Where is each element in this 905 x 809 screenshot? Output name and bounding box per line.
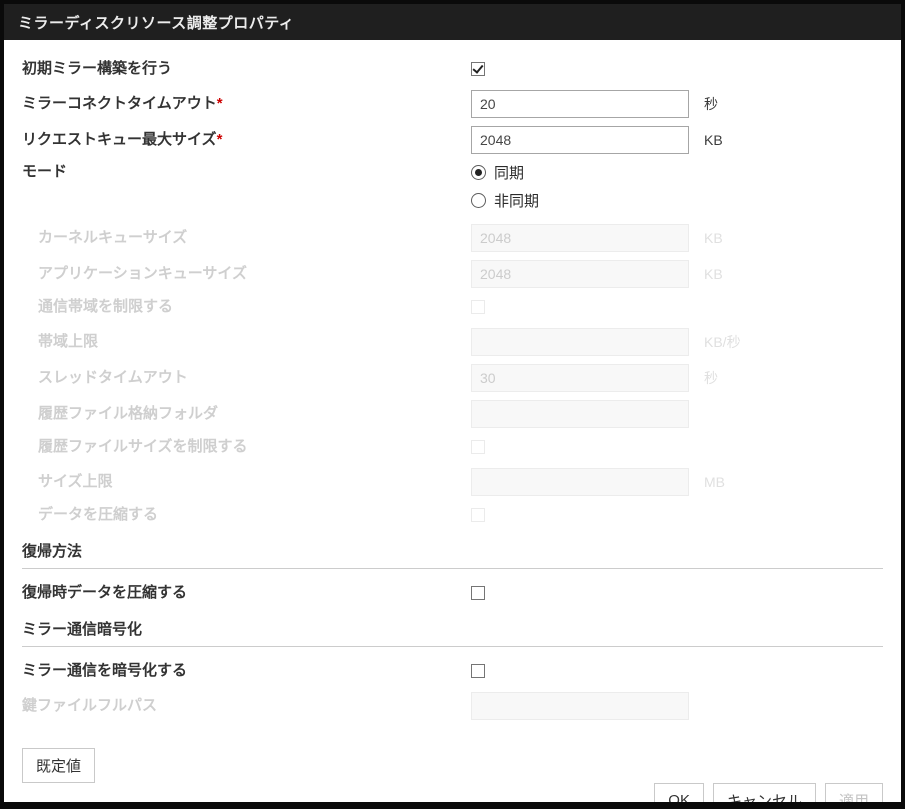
dialog-titlebar: ミラーディスクリソース調整プロパティ xyxy=(4,4,901,40)
field-label: 復帰時データを圧縮する xyxy=(22,583,471,603)
field-label: カーネルキューサイズ xyxy=(22,228,471,248)
bandwidth-limit-input xyxy=(471,328,689,356)
default-button-row: 既定値 xyxy=(22,748,883,783)
form-row: 通信帯域を制限する xyxy=(22,296,883,318)
field-label: 履歴ファイル格納フォルダ xyxy=(22,404,471,424)
initial-mirror-construction-checkbox[interactable] xyxy=(471,62,485,76)
field-label: 履歴ファイルサイズを制限する xyxy=(22,437,471,457)
dialog-footer: OK キャンセル 適用 xyxy=(22,783,883,802)
form-row: サイズ上限 MB xyxy=(22,468,883,496)
unit-label: KB xyxy=(704,266,723,282)
field-label: ミラー通信を暗号化する xyxy=(22,661,471,681)
compress-data-checkbox xyxy=(471,508,485,522)
unit-label: KB xyxy=(704,132,723,148)
field-label: スレッドタイムアウト xyxy=(22,368,471,388)
limit-bandwidth-checkbox xyxy=(471,300,485,314)
form-row: 鍵ファイルフルパス xyxy=(22,692,883,720)
field-label: アプリケーションキューサイズ xyxy=(22,264,471,284)
mode-sync-option[interactable]: 同期 xyxy=(471,162,539,183)
cancel-button[interactable]: キャンセル xyxy=(713,783,816,802)
form-row: ミラー通信を暗号化する xyxy=(22,660,883,682)
unit-label: MB xyxy=(704,474,725,490)
form-row: データを圧縮する xyxy=(22,504,883,526)
dialog-title: ミラーディスクリソース調整プロパティ xyxy=(18,12,294,33)
form-row: 履歴ファイルサイズを制限する xyxy=(22,436,883,458)
form-row: モード 同期 非同期 xyxy=(22,162,883,218)
section-header-recovery: 復帰方法 xyxy=(22,540,883,569)
history-folder-input xyxy=(471,400,689,428)
mode-sync-radio[interactable] xyxy=(471,165,486,180)
form-row: 初期ミラー構築を行う xyxy=(22,58,883,80)
mirror-disk-tuning-properties-dialog: ミラーディスクリソース調整プロパティ 初期ミラー構築を行う ミラーコネクトタイム… xyxy=(0,0,905,809)
form-row: 履歴ファイル格納フォルダ xyxy=(22,400,883,428)
field-label: 初期ミラー構築を行う xyxy=(22,59,471,79)
form-row: リクエストキュー最大サイズ* KB xyxy=(22,126,883,154)
radio-label: 非同期 xyxy=(494,190,539,211)
dialog-body: 初期ミラー構築を行う ミラーコネクトタイムアウト* 秒 リクエストキュー最大サイ… xyxy=(4,40,901,802)
form-row: 帯域上限 KB/秒 xyxy=(22,328,883,356)
limit-history-file-size-checkbox xyxy=(471,440,485,454)
thread-timeout-input xyxy=(471,364,689,392)
required-asterisk: * xyxy=(217,131,223,148)
form-row: アプリケーションキューサイズ KB xyxy=(22,260,883,288)
mirror-connect-timeout-input[interactable] xyxy=(471,90,689,118)
unit-label: KB xyxy=(704,230,723,246)
radio-label: 同期 xyxy=(494,162,524,183)
field-label: ミラーコネクトタイムアウト* xyxy=(22,94,471,114)
unit-label: 秒 xyxy=(704,368,718,388)
required-asterisk: * xyxy=(217,95,223,112)
apply-button: 適用 xyxy=(825,783,883,802)
form-row: 復帰時データを圧縮する xyxy=(22,582,883,604)
form-row: スレッドタイムアウト 秒 xyxy=(22,364,883,392)
default-button[interactable]: 既定値 xyxy=(22,748,95,783)
mode-async-radio[interactable] xyxy=(471,193,486,208)
field-label: 帯域上限 xyxy=(22,332,471,352)
form-row: ミラーコネクトタイムアウト* 秒 xyxy=(22,90,883,118)
field-label: サイズ上限 xyxy=(22,472,471,492)
size-limit-input xyxy=(471,468,689,496)
field-label: モード xyxy=(22,162,471,182)
mode-async-option[interactable]: 非同期 xyxy=(471,190,539,211)
field-label: 鍵ファイルフルパス xyxy=(22,696,471,716)
encrypt-mirror-communication-checkbox[interactable] xyxy=(471,664,485,678)
field-label: リクエストキュー最大サイズ* xyxy=(22,130,471,150)
form-row: カーネルキューサイズ KB xyxy=(22,224,883,252)
kernel-queue-size-input xyxy=(471,224,689,252)
ok-button[interactable]: OK xyxy=(654,783,704,802)
key-file-path-input xyxy=(471,692,689,720)
application-queue-size-input xyxy=(471,260,689,288)
field-label: 通信帯域を制限する xyxy=(22,297,471,317)
compress-recovery-data-checkbox[interactable] xyxy=(471,586,485,600)
request-queue-max-size-input[interactable] xyxy=(471,126,689,154)
field-label: データを圧縮する xyxy=(22,505,471,525)
unit-label: KB/秒 xyxy=(704,332,741,352)
unit-label: 秒 xyxy=(704,94,718,114)
section-header-encryption: ミラー通信暗号化 xyxy=(22,618,883,647)
